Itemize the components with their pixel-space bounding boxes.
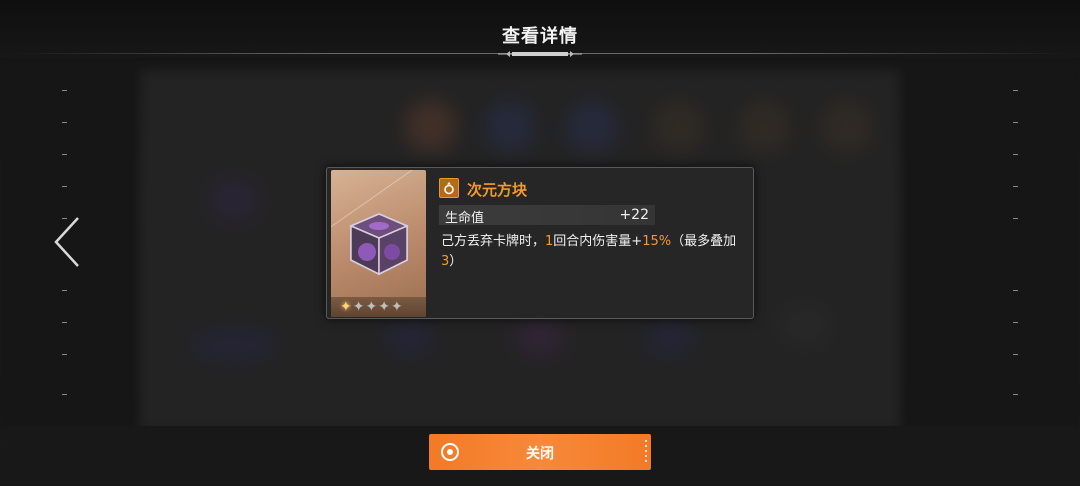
page-title: 查看详情 <box>502 26 578 47</box>
header-ornament-icon <box>498 51 582 57</box>
star-empty-icon: ✦ <box>390 299 403 315</box>
description-highlight: 15% <box>642 234 672 249</box>
item-detail-card: ✦ ✦ ✦ ✦ ✦ 次元方块 生命值 +22 己方丢弃卡牌时，1回合内伤害量+15%（最… <box>326 167 754 319</box>
item-description: 己方丢弃卡牌时，1回合内伤害量+15%（最多叠加3） <box>441 232 737 272</box>
item-artwork: ✦ ✦ ✦ ✦ ✦ <box>331 170 426 317</box>
description-text: 己方丢弃卡牌时， <box>441 234 546 249</box>
close-button-label: 关闭 <box>526 446 554 462</box>
header-bar: 查看详情 <box>0 0 1080 58</box>
previous-item-button[interactable] <box>50 214 84 270</box>
star-empty-icon: ✦ <box>365 299 378 315</box>
stat-label: 生命值 <box>445 211 485 226</box>
dimension-cube-icon <box>349 212 409 276</box>
stat-value: +22 <box>619 207 649 223</box>
star-empty-icon: ✦ <box>378 299 390 315</box>
description-text: （最多叠加 <box>671 234 737 249</box>
rarity-stars: ✦ ✦ ✦ ✦ ✦ <box>331 297 426 317</box>
chevron-left-icon <box>54 217 79 267</box>
item-name: 次元方块 <box>467 181 528 199</box>
right-tick-marks <box>1013 90 1019 400</box>
button-edge-dots <box>645 440 647 464</box>
star-filled-icon: ✦ <box>340 299 352 315</box>
close-button[interactable]: 关闭 <box>429 434 651 470</box>
ring-icon <box>439 178 459 198</box>
description-text: ） <box>449 254 463 269</box>
description-text: 回合内伤害量+ <box>553 234 643 249</box>
stat-row: 生命值 +22 <box>439 205 655 226</box>
star-empty-icon: ✦ <box>352 299 365 315</box>
